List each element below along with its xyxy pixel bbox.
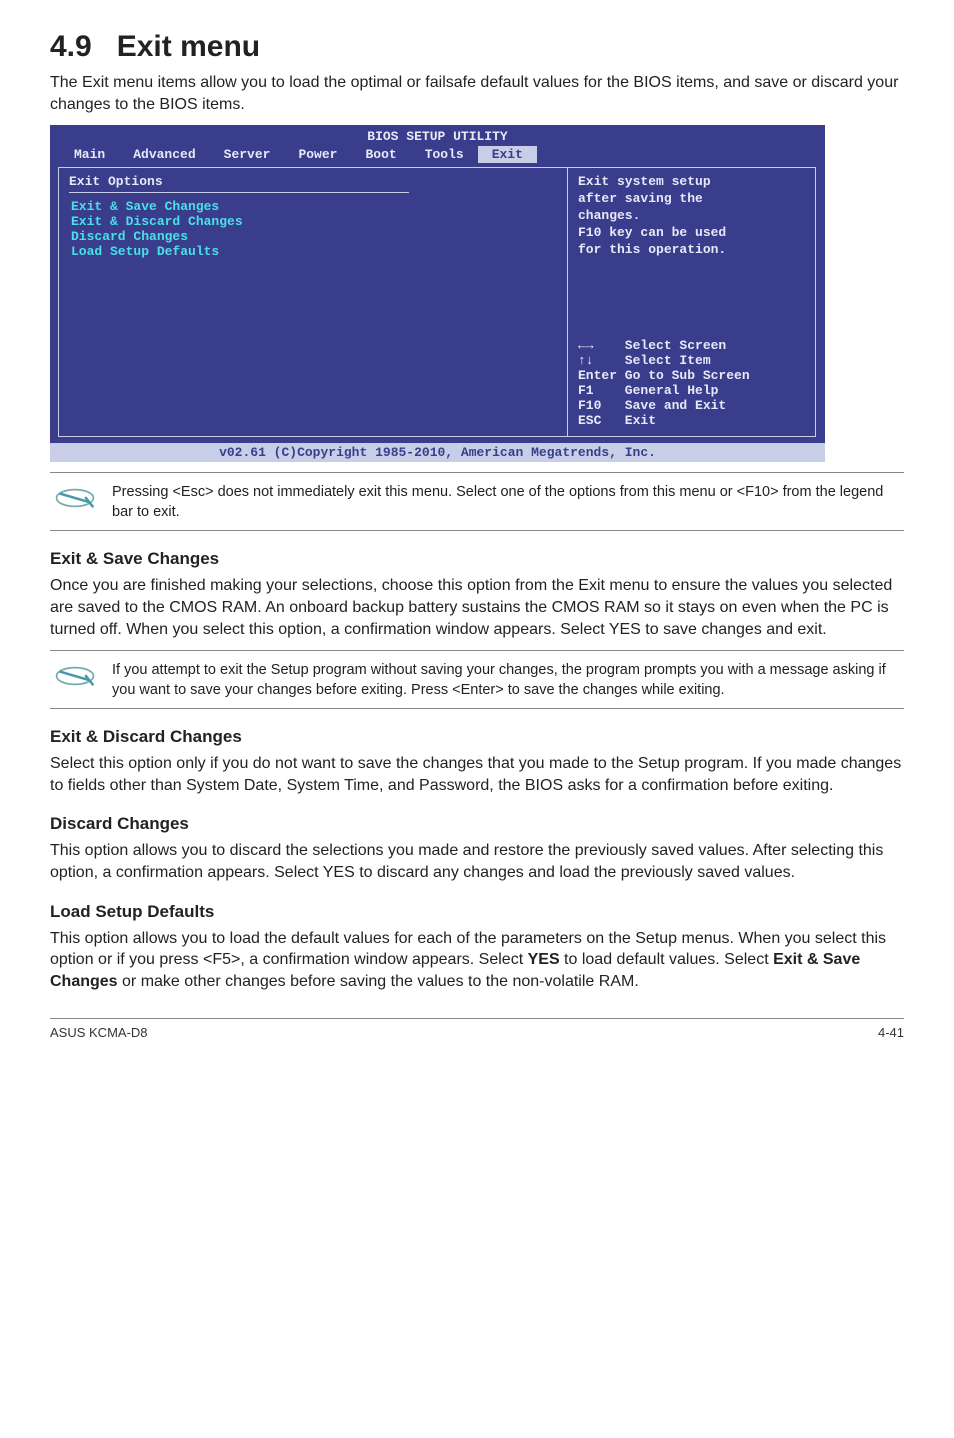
bios-right-pane: Exit system setup after saving the chang…: [568, 167, 816, 437]
section-name: Exit menu: [117, 30, 260, 63]
body-mid: to load default values. Select: [560, 951, 773, 968]
bios-legend-line: ESC Exit: [578, 413, 805, 428]
note-icon: [50, 481, 98, 520]
bios-tab-main: Main: [60, 146, 119, 163]
bios-tab-advanced: Advanced: [119, 146, 209, 163]
bios-help-bottom: ←→ Select Screen ↑↓ Select Item Enter Go…: [578, 338, 805, 428]
footer-right: 4-41: [878, 1025, 904, 1040]
heading-exit-discard: Exit & Discard Changes: [50, 727, 904, 747]
body-post: or make other changes before saving the …: [118, 973, 639, 990]
note-block: Pressing <Esc> does not immediately exit…: [50, 472, 904, 531]
bios-help-line: changes.: [578, 208, 805, 223]
bios-left-pane: Exit Options Exit & Save Changes Exit & …: [58, 167, 568, 437]
section-intro: The Exit menu items allow you to load th…: [50, 72, 904, 115]
bios-item-exit-discard: Exit & Discard Changes: [69, 214, 557, 229]
bios-footer: v02.61 (C)Copyright 1985-2010, American …: [50, 443, 825, 462]
bios-tabs: Main Advanced Server Power Boot Tools Ex…: [50, 144, 825, 167]
heading-discard: Discard Changes: [50, 814, 904, 834]
bios-legend-line: F1 General Help: [578, 383, 805, 398]
heading-load-defaults: Load Setup Defaults: [50, 902, 904, 922]
bios-exit-options-title: Exit Options: [69, 174, 557, 189]
bios-help-line: Exit system setup: [578, 174, 805, 189]
bios-header: BIOS SETUP UTILITY: [50, 125, 825, 144]
page-footer: ASUS KCMA-D8 4-41: [50, 1018, 904, 1040]
body-load-defaults: This option allows you to load the defau…: [50, 928, 904, 993]
bios-legend-line: Enter Go to Sub Screen: [578, 368, 805, 383]
bios-item-load-defaults: Load Setup Defaults: [69, 244, 557, 259]
heading-exit-save: Exit & Save Changes: [50, 549, 904, 569]
bios-screenshot: BIOS SETUP UTILITY Main Advanced Server …: [50, 125, 825, 462]
note-text: Pressing <Esc> does not immediately exit…: [112, 481, 904, 522]
bios-legend-line: ↑↓ Select Item: [578, 353, 805, 368]
body-exit-discard: Select this option only if you do not wa…: [50, 753, 904, 796]
bios-legend-line: F10 Save and Exit: [578, 398, 805, 413]
bios-divider: [69, 192, 409, 193]
bios-help-line: after saving the: [578, 191, 805, 206]
bios-tab-server: Server: [210, 146, 285, 163]
bios-item-discard: Discard Changes: [69, 229, 557, 244]
note-icon: [50, 659, 98, 698]
bios-body: Exit Options Exit & Save Changes Exit & …: [50, 167, 825, 443]
note-text: If you attempt to exit the Setup program…: [112, 659, 904, 700]
bios-tab-power: Power: [284, 146, 351, 163]
bold-yes: YES: [528, 951, 560, 968]
bios-item-exit-save: Exit & Save Changes: [69, 199, 557, 214]
bios-legend-line: ←→ Select Screen: [578, 338, 805, 353]
bios-help-line: F10 key can be used: [578, 225, 805, 240]
bios-help-line: for this operation.: [578, 242, 805, 257]
bios-help-top: Exit system setup after saving the chang…: [578, 174, 805, 257]
footer-left: ASUS KCMA-D8: [50, 1025, 148, 1040]
note-block: If you attempt to exit the Setup program…: [50, 650, 904, 709]
body-discard: This option allows you to discard the se…: [50, 840, 904, 883]
section-title: 4.9 Exit menu: [50, 30, 904, 64]
bios-tab-tools: Tools: [411, 146, 478, 163]
section-number: 4.9: [50, 30, 92, 63]
bios-tab-boot: Boot: [351, 146, 410, 163]
body-exit-save: Once you are finished making your select…: [50, 575, 904, 640]
bios-tab-exit: Exit: [478, 146, 537, 163]
